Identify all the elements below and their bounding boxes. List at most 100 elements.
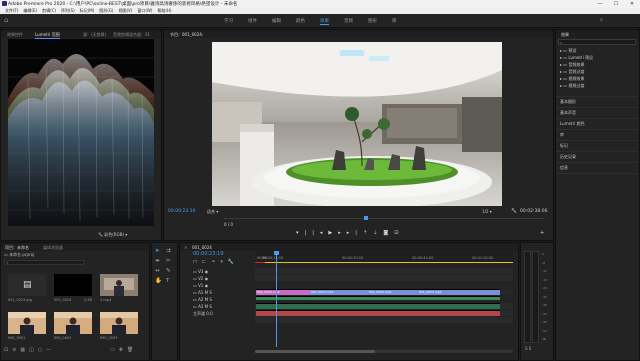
mute-icon[interactable]: M xyxy=(205,297,208,302)
razor-tool-icon[interactable]: ✂ xyxy=(166,258,171,264)
workspace-tab-editing[interactable]: 编辑 xyxy=(272,18,281,24)
video-clip[interactable]: 001_0024.mp4 xyxy=(368,289,418,295)
tree-item-video-transitions[interactable]: ▸ ▭ 视频过渡 xyxy=(560,83,584,89)
track-header-v1[interactable]: ▭ V1 ◉ xyxy=(193,282,213,289)
search-icon[interactable]: ⌕ xyxy=(600,18,603,23)
track-v2[interactable] xyxy=(255,275,513,281)
go-to-out-icon[interactable]: ▸| xyxy=(347,230,363,236)
tab-project[interactable]: 项目：未命名 xyxy=(5,245,29,251)
tab-audio-clip-mixer[interactable]: 音频剪辑混合器：01 xyxy=(113,32,150,38)
eye-icon[interactable]: ◉ xyxy=(205,276,209,281)
project-item-thumbnail[interactable] xyxy=(54,312,92,334)
program-timecode[interactable]: 00:00:23:19 xyxy=(168,209,195,214)
add-button-icon[interactable]: + xyxy=(540,230,544,236)
workspace-tab-graphics[interactable]: 图形 xyxy=(368,18,377,24)
camera-icon[interactable]: ⊡ xyxy=(394,230,404,236)
quality-select[interactable]: 1/2 ▾ xyxy=(482,209,492,214)
section-lumetri-color[interactable]: Lumetri 颜色 xyxy=(560,121,585,127)
project-item-thumbnail[interactable] xyxy=(100,274,138,296)
track-header-master[interactable]: 主声道 0.0 xyxy=(193,310,213,317)
project-item-thumbnail[interactable] xyxy=(54,274,92,296)
track-a3[interactable] xyxy=(255,317,513,323)
section-essential-graphics[interactable]: 基本图形 xyxy=(560,99,576,105)
play-icon[interactable]: ▶ xyxy=(328,230,338,236)
home-icon[interactable]: ⌂ xyxy=(4,17,11,24)
playhead-handle[interactable] xyxy=(274,251,279,255)
linked-selection-icon[interactable]: ⚭ xyxy=(211,259,220,265)
mute-icon[interactable]: M xyxy=(205,290,208,295)
mark-in-icon[interactable]: ▾ xyxy=(296,230,305,236)
tab-media-browser[interactable]: 媒体浏览器 xyxy=(43,245,63,251)
workspace-tab-color[interactable]: 颜色 xyxy=(296,18,305,24)
zoom-slider-icon[interactable]: ○— xyxy=(38,347,55,353)
track-header-a3[interactable]: ▭ A3 M S xyxy=(193,303,213,310)
tab-lumetri-scopes[interactable]: Lumetri 范围 xyxy=(35,32,60,39)
project-item-thumbnail[interactable] xyxy=(8,312,46,334)
eye-icon[interactable]: ◉ xyxy=(205,283,209,288)
tree-item-audio-effects[interactable]: ▸ ▭ 音频效果 xyxy=(560,62,584,68)
close-button[interactable]: ✕ xyxy=(624,0,640,8)
video-clip[interactable]: 001_0024.mp4 xyxy=(418,289,500,295)
trash-icon[interactable]: 🗑 xyxy=(127,347,137,353)
project-item-thumbnail[interactable] xyxy=(100,312,138,334)
tab-program-monitor[interactable]: 节目：001_0024 xyxy=(170,32,202,38)
playhead-marker[interactable] xyxy=(364,216,368,220)
section-markers[interactable]: 标记 xyxy=(560,143,568,149)
tab-source[interactable]: 源：(无剪辑) xyxy=(83,32,106,38)
audio-clip[interactable] xyxy=(256,303,500,309)
minimize-button[interactable]: — xyxy=(592,0,608,8)
track-lock-icon[interactable]: ▭ xyxy=(193,269,197,274)
track-lock-icon[interactable]: ▭ xyxy=(193,276,197,281)
maximize-button[interactable]: ☐ xyxy=(608,0,624,8)
track-select-tool-icon[interactable]: ⇉ xyxy=(166,248,171,254)
scope-mode-select[interactable]: 🔧 彩色(RGB) ▾ xyxy=(98,232,127,238)
close-tab-icon[interactable]: ✕ xyxy=(184,245,187,250)
tab-sequence[interactable]: 001_0024 xyxy=(192,245,212,250)
tab-effect-controls[interactable]: 效果控件 xyxy=(7,32,23,38)
program-scrub-bar[interactable] xyxy=(224,218,544,219)
tree-item-presets[interactable]: ▸ ▭ 预设 xyxy=(560,48,576,54)
extract-icon[interactable]: ⇣ xyxy=(373,230,383,236)
snap-icon[interactable]: ⊓ xyxy=(193,259,202,265)
track-header-a1[interactable]: ▭ A1 M S xyxy=(193,289,213,296)
video-clip[interactable]: 001_0024.mp4 xyxy=(256,289,310,295)
workspace-tab-learn[interactable]: 学习 xyxy=(224,18,233,24)
audio-clip[interactable] xyxy=(256,310,500,316)
track-header-a2[interactable]: ▭ A2 M S xyxy=(193,296,213,303)
wrench-icon[interactable]: 🔧 xyxy=(511,209,517,214)
track-lock-icon[interactable]: ▭ xyxy=(193,290,197,295)
solo-buttons[interactable]: S S xyxy=(525,346,531,351)
hand-tool-icon[interactable]: ✋ xyxy=(155,278,162,284)
video-clip-secondary[interactable] xyxy=(256,296,500,300)
track-header-v2[interactable]: ▭ V2 ◉ xyxy=(193,275,213,282)
nest-icon[interactable]: ⊏ xyxy=(202,259,211,265)
settings-wrench-icon[interactable]: 🔧 xyxy=(228,259,239,265)
go-to-in-icon[interactable]: | xyxy=(312,230,320,236)
timeline-playhead[interactable] xyxy=(276,252,277,347)
timeline-timecode[interactable]: 00:00:23:19 xyxy=(193,251,224,257)
solo-icon[interactable]: S xyxy=(209,297,212,302)
step-forward-icon[interactable]: ▸ xyxy=(338,230,347,236)
pen-tool-icon[interactable]: ✎ xyxy=(166,268,171,274)
mute-icon[interactable]: M xyxy=(205,304,208,309)
track-lock-icon[interactable]: ▭ xyxy=(193,304,197,309)
freeform-view-icon[interactable]: ◫ xyxy=(29,347,38,353)
solo-icon[interactable]: S xyxy=(209,304,212,309)
section-history[interactable]: 历史记录 xyxy=(560,154,576,160)
add-marker-icon[interactable]: ▾ xyxy=(220,259,228,265)
tree-item-video-effects[interactable]: ▸ ▭ 视频效果 xyxy=(560,76,584,82)
effects-search-input[interactable]: ⌕ xyxy=(558,39,636,45)
workspace-tab-effects[interactable]: 效果 xyxy=(320,18,329,25)
selection-tool-icon[interactable]: ➤ xyxy=(155,248,160,254)
export-frame-icon[interactable]: ◙ xyxy=(383,230,394,236)
new-item-icon[interactable]: ✚ xyxy=(119,347,127,353)
section-libraries[interactable]: 库 xyxy=(560,132,564,138)
solo-icon[interactable]: S xyxy=(209,290,212,295)
new-bin-icon[interactable]: ▭ xyxy=(110,347,119,353)
track-lock-icon[interactable]: ▭ xyxy=(193,297,197,302)
project-search-input[interactable]: ⌕ xyxy=(4,260,84,265)
track-header-v3[interactable]: ▭ V3 ◉ xyxy=(193,268,213,275)
slip-tool-icon[interactable]: ↔ xyxy=(155,268,160,274)
lift-icon[interactable]: ⇡ xyxy=(363,230,373,236)
workspace-tab-audio[interactable]: 音频 xyxy=(344,18,353,24)
